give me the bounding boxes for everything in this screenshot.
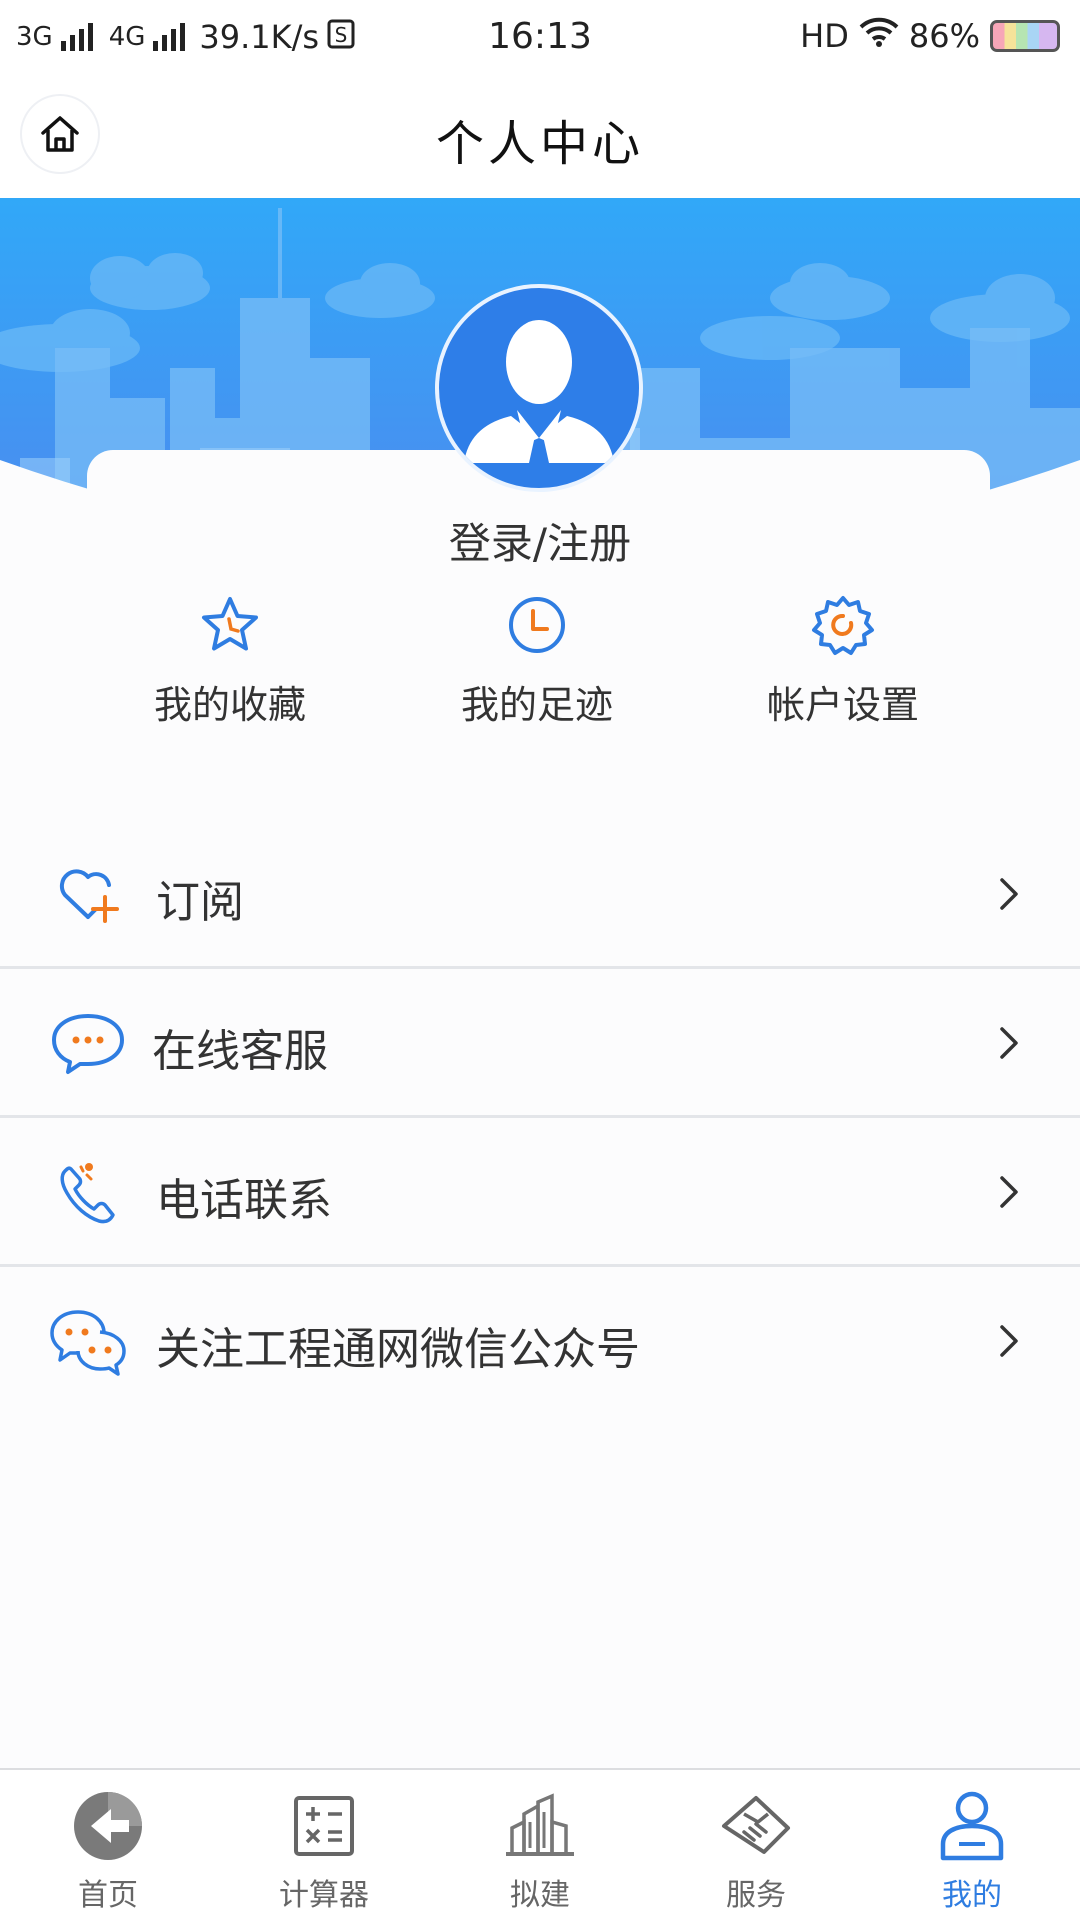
home-logo-icon <box>68 1786 148 1866</box>
menu-item-phone[interactable]: 电话联系 <box>0 1118 1080 1267</box>
menu-item-online-service[interactable]: 在线客服 <box>0 969 1080 1118</box>
wifi-icon <box>859 16 899 56</box>
page: 3G 4G 39.1K/s S 16:13 HD 86% 个人中心 登录/注册 … <box>0 0 1080 1920</box>
star-icon <box>195 590 265 660</box>
header: 个人中心 <box>0 74 1080 198</box>
nav-label: 我的 <box>942 1878 1002 1913</box>
login-register-link[interactable]: 登录/注册 <box>0 510 1080 571</box>
menu-item-label: 电话联系 <box>156 1175 332 1226</box>
hd-label: HD <box>800 17 849 55</box>
battery-icon <box>990 20 1060 52</box>
battery-percent: 86% <box>908 17 980 55</box>
status-bar: 3G 4G 39.1K/s S 16:13 HD 86% <box>0 0 1080 74</box>
nav-item-home[interactable]: 首页 <box>0 1786 216 1914</box>
chevron-right-icon <box>1000 878 1018 910</box>
quick-action-favorites[interactable]: 我的收藏 <box>110 590 350 729</box>
nav-label: 首页 <box>78 1878 138 1913</box>
user-icon <box>932 1786 1012 1866</box>
menu-item-wechat[interactable]: 关注工程通网微信公众号 <box>0 1267 1080 1413</box>
avatar[interactable] <box>435 284 643 492</box>
menu-list: 订阅 在线客服 电话联系 关注工程通网微信公众号 <box>0 820 1080 1413</box>
nav-label: 拟建 <box>510 1878 570 1913</box>
nav-item-proposed[interactable]: 拟建 <box>432 1786 648 1914</box>
calculator-icon <box>284 1786 364 1866</box>
wechat-icon <box>50 1303 126 1379</box>
quick-action-label: 帐户设置 <box>766 683 919 727</box>
user-avatar-icon <box>464 320 614 470</box>
menu-item-label: 订阅 <box>156 877 244 928</box>
buildings-icon <box>500 1786 580 1866</box>
heart-plus-icon <box>50 856 126 932</box>
menu-item-label: 在线客服 <box>152 1026 328 1077</box>
page-title: 个人中心 <box>435 116 644 172</box>
menu-item-subscribe[interactable]: 订阅 <box>0 820 1080 969</box>
quick-action-history[interactable]: 我的足迹 <box>417 590 657 729</box>
chevron-right-icon <box>1000 1027 1018 1059</box>
quick-action-settings[interactable]: 帐户设置 <box>723 590 963 729</box>
quick-action-label: 我的足迹 <box>460 683 613 727</box>
chevron-right-icon <box>1000 1325 1018 1357</box>
nav-item-service[interactable]: 服务 <box>648 1786 864 1914</box>
nav-label: 计算器 <box>279 1878 369 1913</box>
phone-icon <box>50 1154 126 1230</box>
nav-item-calculator[interactable]: 计算器 <box>216 1786 432 1914</box>
quick-action-label: 我的收藏 <box>153 683 306 727</box>
clock-icon <box>502 590 572 660</box>
handshake-icon <box>716 1786 796 1866</box>
nav-item-mine[interactable]: 我的 <box>864 1786 1080 1914</box>
quick-actions: 我的收藏 我的足迹 帐户设置 <box>0 590 1080 740</box>
bottom-nav: 首页 计算器 拟建 服务 我的 <box>0 1768 1080 1920</box>
gear-icon <box>808 590 878 660</box>
chat-bubble-icon <box>50 1005 126 1081</box>
nav-label: 服务 <box>726 1878 786 1913</box>
status-right: HD 86% <box>800 16 1060 56</box>
menu-item-label: 关注工程通网微信公众号 <box>156 1324 640 1375</box>
chevron-right-icon <box>1000 1176 1018 1208</box>
